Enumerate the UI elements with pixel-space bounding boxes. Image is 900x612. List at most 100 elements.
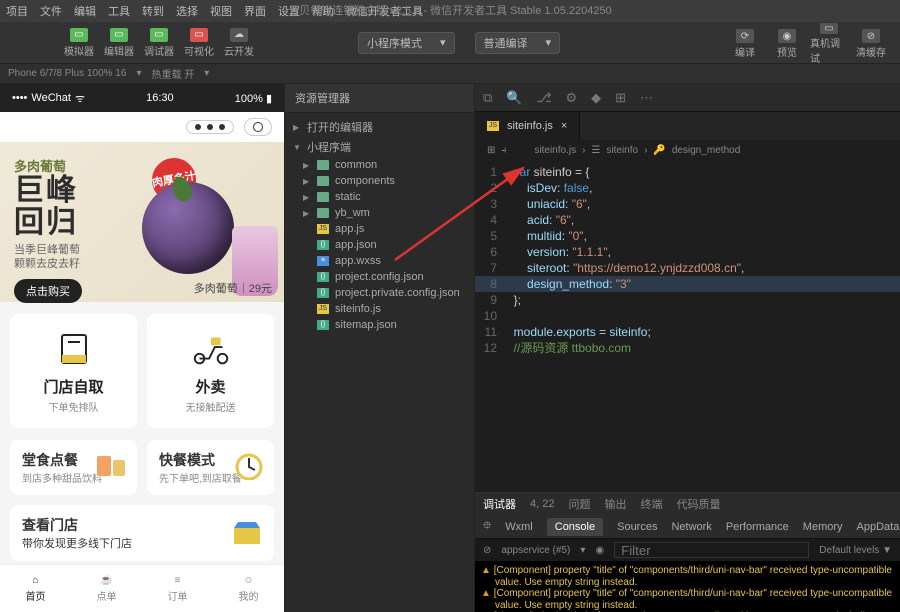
menu-item[interactable]: 工具 <box>108 3 130 19</box>
banner-tag: 多肉葡萄 <box>14 156 270 175</box>
close-icon[interactable]: × <box>561 120 567 132</box>
tools-icon[interactable]: ⚙ <box>565 90 577 106</box>
status-carrier: •••• WeChat ᯤ <box>12 91 85 106</box>
copy-icon[interactable]: ⧉ <box>483 90 492 106</box>
banner-price: 多肉葡萄｜29元 <box>194 280 272 296</box>
menu-item[interactable]: 编辑 <box>74 3 96 19</box>
tab-codequality[interactable]: 代码质量 <box>676 496 720 512</box>
pickup-card[interactable]: 门店自取下单免排队 <box>10 314 137 428</box>
tools-icon[interactable]: ◆ <box>591 90 601 106</box>
capsule-close[interactable] <box>244 118 272 136</box>
eye-icon[interactable]: ◉ <box>595 545 604 556</box>
context-select[interactable]: appservice (#5) <box>501 545 570 556</box>
tab-terminal[interactable]: 终端 <box>640 496 662 512</box>
levels-select[interactable]: Default levels ▼ <box>819 545 892 556</box>
editor-iconbar: ⧉ 🔍 ⎇ ⚙ ◆ ⊞ ⋯ <box>475 84 900 112</box>
tree-folder[interactable]: ▶static <box>285 189 474 205</box>
tree-file[interactable]: JSapp.js <box>285 221 474 237</box>
branch-icon[interactable]: ⎇ <box>536 90 551 106</box>
tab-order[interactable]: ☕点单 <box>71 565 142 612</box>
tree-folder[interactable]: ▶yb_wm <box>285 205 474 221</box>
store-icon <box>53 328 95 370</box>
cursor-pos: 4, 22 <box>530 498 554 510</box>
clouddev-button[interactable]: ☁云开发 <box>220 25 258 61</box>
chevron-down-icon: ▾ <box>546 36 552 49</box>
storefront-icon <box>232 520 262 546</box>
tree-file-siteinfo[interactable]: JSsiteinfo.js <box>285 301 474 317</box>
menu-item[interactable]: 文件 <box>40 3 62 19</box>
device-select[interactable]: Phone 6/7/8 Plus 100% 16 <box>8 68 126 79</box>
menu-item[interactable]: 选择 <box>176 3 198 19</box>
visual-button[interactable]: ▭可视化 <box>180 25 218 61</box>
sim-sub-toolbar: Phone 6/7/8 Plus 100% 16▾ 热重载 开▾ <box>0 64 900 84</box>
editor-tab-siteinfo[interactable]: JSsiteinfo.js× <box>475 112 580 140</box>
tab-output[interactable]: 输出 <box>604 496 626 512</box>
chevron-down-icon: ▾ <box>440 36 446 49</box>
debugger-panel: 调试器 4, 22 问题 输出 终端 代码质量 ⯐ Wxml Console S… <box>475 492 900 612</box>
tab-mine[interactable]: ☺我的 <box>213 565 284 612</box>
dinein-card[interactable]: 堂食点餐到店多种甜品饮料 <box>10 440 137 495</box>
mode-select[interactable]: 小程序模式▾ <box>358 32 455 54</box>
compile-select[interactable]: 普通编译▾ <box>475 32 561 54</box>
explorer-title: 资源管理器 <box>285 84 474 113</box>
buy-button[interactable]: 点击购买 <box>14 279 82 303</box>
delivery-card[interactable]: 外卖无接触配送 <box>147 314 274 428</box>
inspect-icon[interactable]: ⯐ <box>483 517 491 536</box>
tools-icon[interactable]: ⊞ <box>615 90 626 106</box>
simulator-panel: •••• WeChat ᯤ 16:30 100% ▮ 多肉葡萄 巨峰回归 当季巨… <box>0 84 285 612</box>
wifi-icon: ᯤ <box>75 91 85 106</box>
editor-button[interactable]: ▭编辑器 <box>100 25 138 61</box>
preview-button[interactable]: ◉预览 <box>768 26 806 62</box>
toolbar: ▭模拟器 ▭编辑器 ▭调试器 ▭可视化 ☁云开发 小程序模式▾ 普通编译▾ ⟳编… <box>0 22 900 64</box>
status-time: 16:30 <box>146 92 174 104</box>
menu-item[interactable]: 项目 <box>6 3 28 19</box>
compile-button[interactable]: ⟳编译 <box>726 26 764 62</box>
tree-folder[interactable]: ▶common <box>285 157 474 173</box>
store-list-card[interactable]: 查看门店带你发现更多线下门店 <box>10 505 274 561</box>
simulator-button[interactable]: ▭模拟器 <box>60 25 98 61</box>
tree-file[interactable]: {}app.json <box>285 237 474 253</box>
hotreload-label: 热重载 开 <box>151 66 194 81</box>
tree-file[interactable]: {}project.config.json <box>285 269 474 285</box>
devtab-performance[interactable]: Performance <box>726 521 789 533</box>
tree-file[interactable]: {}sitemap.json <box>285 317 474 333</box>
menu-item[interactable]: 转到 <box>142 3 164 19</box>
file-explorer: 资源管理器 ▶打开的编辑器 ▼小程序端 ▶common ▶components … <box>285 84 475 612</box>
menu-item[interactable]: 界面 <box>244 3 266 19</box>
tab-orders[interactable]: ≡订单 <box>142 565 213 612</box>
devtab-appdata[interactable]: AppData <box>857 521 900 533</box>
tools-icon[interactable]: ⋯ <box>640 90 653 106</box>
clear-icon[interactable]: ⊘ <box>483 545 491 556</box>
console-output[interactable]: [Component] property "title" of "compone… <box>475 561 900 612</box>
devtab-console[interactable]: Console <box>547 518 603 536</box>
status-battery: 100% ▮ <box>235 92 272 105</box>
home-icon: ⌂ <box>32 575 38 586</box>
tree-opened-editors[interactable]: ▶打开的编辑器 <box>285 117 474 137</box>
user-icon: ☺ <box>243 575 253 586</box>
list-icon: ≡ <box>175 575 181 586</box>
tree-folder[interactable]: ▶components <box>285 173 474 189</box>
cup-icon: ☕ <box>100 575 112 586</box>
banner[interactable]: 多肉葡萄 巨峰回归 当季巨峰葡萄颗颗去皮去籽 点击购买 肉厚多汁 多肉葡萄｜29… <box>0 142 284 302</box>
realdevice-button[interactable]: ▭真机调试 <box>810 26 848 62</box>
menu-item[interactable]: 视图 <box>210 3 232 19</box>
devtab-sources[interactable]: Sources <box>617 521 657 533</box>
tree-project-root[interactable]: ▼小程序端 <box>285 137 474 157</box>
fastfood-card[interactable]: 快餐模式先下单吧,到店取餐 <box>147 440 274 495</box>
sim-screen[interactable]: •••• WeChat ᯤ 16:30 100% ▮ 多肉葡萄 巨峰回归 当季巨… <box>0 84 284 612</box>
breadcrumb[interactable]: ⊞⫞ siteinfo.js› ☰siteinfo› 🔑design_metho… <box>475 140 900 160</box>
tab-home[interactable]: ⌂首页 <box>0 565 71 612</box>
capsule-menu[interactable] <box>186 120 234 134</box>
devtab-network[interactable]: Network <box>671 521 711 533</box>
tab-debugger[interactable]: 调试器 <box>483 496 516 512</box>
tree-file[interactable]: {}project.private.config.json <box>285 285 474 301</box>
search-icon[interactable]: 🔍 <box>506 90 522 106</box>
tabbar: ⌂首页 ☕点单 ≡订单 ☺我的 <box>0 564 284 612</box>
devtab-memory[interactable]: Memory <box>803 521 843 533</box>
tab-problems[interactable]: 问题 <box>568 496 590 512</box>
clearcache-button[interactable]: ⊘清缓存 <box>852 26 890 62</box>
console-filter[interactable] <box>614 542 809 558</box>
tree-file[interactable]: ≡app.wxss <box>285 253 474 269</box>
devtab-wxml[interactable]: Wxml <box>505 521 533 533</box>
debugger-button[interactable]: ▭调试器 <box>140 25 178 61</box>
